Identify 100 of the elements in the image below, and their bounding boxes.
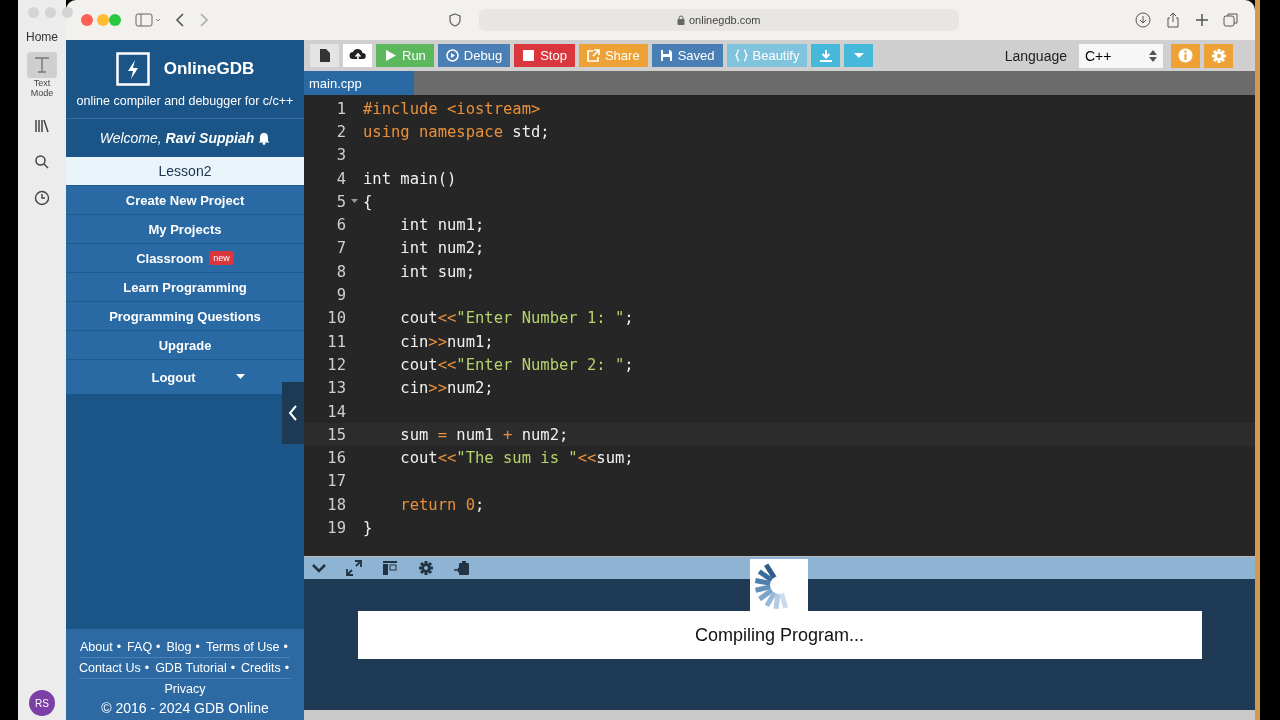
separator-dot: • — [283, 639, 288, 656]
upload-button[interactable] — [343, 44, 372, 67]
brand-name[interactable]: OnlineGDB — [163, 59, 255, 79]
text-mode-button[interactable]: Text Mode — [27, 52, 57, 98]
code-line: int main() — [363, 169, 457, 188]
address-bar[interactable]: onlinegdb.com — [478, 9, 959, 31]
new-badge: new — [209, 251, 234, 265]
footer-link[interactable]: Terms of Use — [205, 637, 280, 657]
home-label[interactable]: Home — [26, 30, 58, 44]
collapse-sidebar-button[interactable] — [282, 382, 304, 444]
sidebar-item[interactable]: Upgrade — [66, 331, 304, 360]
stop-button[interactable]: Stop — [514, 44, 575, 67]
chevron-left-icon — [288, 405, 298, 421]
separator-dot: • — [230, 660, 236, 677]
download-icon[interactable] — [1135, 12, 1151, 28]
code-line: cout<<"Enter Number 1: "; — [399, 309, 634, 328]
shield-icon[interactable] — [448, 13, 461, 27]
welcome-text: Welcome, Ravi Suppiah — [99, 130, 255, 146]
horizontal-scrollbar[interactable] — [304, 710, 1255, 720]
footer-link[interactable]: GDB Tutorial — [155, 658, 227, 678]
plus-icon[interactable] — [1195, 13, 1209, 27]
footer-link[interactable]: Privacy — [164, 679, 206, 699]
back-icon[interactable] — [175, 13, 185, 27]
sidebar-toggle-icon[interactable] — [135, 13, 161, 27]
logout-link[interactable]: Logout — [151, 369, 196, 385]
line-number: 14 — [326, 402, 346, 421]
code-line: int sum; — [399, 262, 475, 281]
sidebar-item[interactable]: Learn Programming — [66, 273, 304, 302]
url-text[interactable]: onlinegdb.com — [689, 14, 761, 26]
text-cursor-icon — [27, 52, 57, 78]
user-avatar[interactable]: RS — [29, 690, 55, 716]
code-line: cin>>num2; — [399, 379, 494, 398]
line-number: 3 — [335, 146, 346, 165]
footer-link[interactable]: Blog — [166, 637, 192, 657]
separator-dot: • — [195, 639, 200, 656]
code-line: return 0; — [399, 495, 485, 514]
code-line: #include <iostream> — [363, 99, 541, 118]
bell-icon[interactable] — [258, 131, 271, 145]
footer-link[interactable]: Credits — [241, 658, 281, 678]
sidebar-item[interactable]: My Projects — [66, 215, 304, 244]
line-number: 12 — [326, 355, 346, 374]
separator-dot: • — [116, 639, 122, 656]
line-number: 11 — [326, 332, 346, 351]
code-line: using namespace std; — [363, 122, 550, 141]
share-icon[interactable] — [1165, 12, 1181, 28]
line-number: 18 — [326, 495, 346, 514]
sidebar-item[interactable]: Classroom new — [66, 244, 304, 273]
chevron-down-icon[interactable] — [312, 563, 326, 573]
footer-link[interactable]: FAQ — [127, 637, 153, 657]
file-icon — [318, 48, 331, 63]
lock-icon — [677, 15, 685, 25]
settings-icon[interactable] — [418, 560, 434, 576]
clock-icon[interactable] — [34, 190, 50, 206]
separator-dot: • — [156, 639, 161, 656]
line-number: 6 — [335, 216, 346, 235]
file-tab[interactable]: main.cpp — [304, 71, 414, 95]
tagline: online compiler and debugger for c/c++ — [76, 94, 294, 108]
sidebar-item[interactable]: Lesson2 — [66, 157, 304, 186]
code-line: int num2; — [399, 239, 485, 258]
search-icon[interactable] — [34, 154, 50, 170]
code-line: } — [363, 519, 373, 537]
info-icon — [1178, 48, 1193, 63]
line-number: 1 — [335, 99, 346, 118]
download-icon — [819, 48, 833, 63]
code-line: sum = num1 + num2; — [399, 425, 569, 444]
window-controls-drawing[interactable] — [81, 14, 121, 26]
caret-icon — [854, 52, 864, 59]
sidebar-item[interactable]: Programming Questions — [66, 302, 304, 331]
line-number: 9 — [335, 286, 346, 304]
sidebar-item[interactable]: Create New Project — [66, 186, 304, 215]
clipboard-icon[interactable] — [454, 560, 470, 576]
debug-button[interactable]: Debug — [437, 44, 511, 67]
separator-dot: • — [284, 660, 290, 677]
footer-link[interactable]: About — [80, 637, 113, 657]
save-button[interactable]: Saved — [651, 44, 723, 67]
expand-icon[interactable] — [346, 560, 362, 576]
caret-icon[interactable] — [235, 374, 245, 380]
braces-icon — [734, 49, 748, 62]
fold-icon[interactable] — [351, 199, 358, 205]
layout-icon[interactable] — [382, 560, 398, 576]
line-number: 16 — [326, 449, 346, 468]
line-number: 8 — [335, 262, 346, 281]
file-button[interactable] — [310, 44, 339, 67]
language-label: Language — [1004, 47, 1067, 64]
language-select[interactable]: C++ — [1079, 43, 1163, 68]
play-icon — [384, 49, 397, 62]
share-icon — [586, 49, 600, 62]
library-icon[interactable] — [34, 118, 50, 134]
settings-icon — [1210, 47, 1227, 64]
line-number: 13 — [326, 379, 346, 398]
code-line: cin>>num1; — [399, 332, 494, 351]
tabs-icon[interactable] — [1223, 12, 1239, 28]
line-number: 5 — [335, 192, 346, 211]
footer-link[interactable]: Contact Us — [78, 658, 141, 678]
square-icon — [522, 49, 536, 62]
line-number: 10 — [326, 309, 346, 328]
code-line: cout<<"Enter Number 2: "; — [399, 355, 634, 374]
separator-dot: • — [144, 660, 150, 677]
line-number: 19 — [326, 519, 346, 537]
line-number: 17 — [326, 472, 346, 491]
